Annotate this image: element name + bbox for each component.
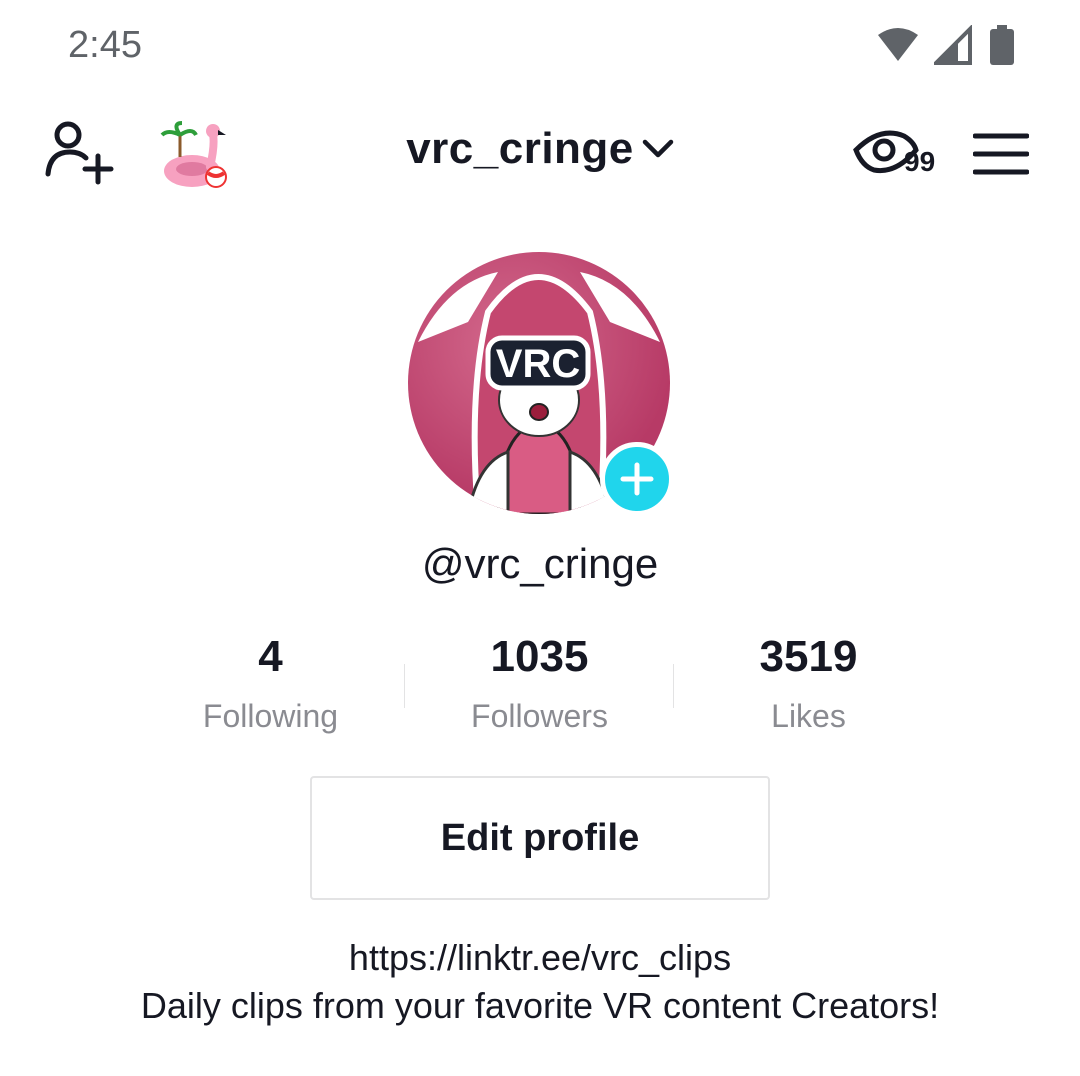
- stat-value: 1035: [490, 632, 589, 681]
- views-count: 99: [904, 146, 936, 177]
- stat-label: Likes: [771, 698, 846, 734]
- hamburger-menu-icon: [973, 133, 1029, 175]
- add-user-button[interactable]: [40, 118, 116, 188]
- battery-icon: [990, 25, 1014, 65]
- stat-following[interactable]: 4 Following: [136, 632, 405, 744]
- top-nav: vrc_cringe 99: [0, 100, 1080, 210]
- bio-link[interactable]: https://linktr.ee/vrc_clips: [0, 934, 1080, 982]
- menu-button[interactable]: [968, 124, 1034, 184]
- status-time: 2:45: [68, 24, 142, 66]
- status-bar: 2:45: [0, 0, 1080, 92]
- status-icons: [876, 24, 1016, 66]
- stat-value: 3519: [759, 632, 858, 681]
- profile-page: 2:45 vrc_cringe 99 VRC @vrc_cringe 4 Fol…: [0, 0, 1080, 1076]
- add-user-icon: [45, 121, 114, 185]
- stat-label: Following: [202, 698, 339, 734]
- wifi-icon: [878, 28, 918, 61]
- avatar-container: VRC: [408, 252, 674, 516]
- account-switcher[interactable]: vrc_cringe: [390, 124, 690, 174]
- profile-handle: @vrc_cringe: [421, 540, 659, 587]
- add-story-button[interactable]: [600, 442, 674, 516]
- username-title: vrc_cringe: [406, 124, 634, 173]
- avatar-vrc-text: VRC: [496, 342, 580, 386]
- profile-stats: 4 Following 1035 Followers 3519 Likes: [136, 632, 944, 744]
- plus-icon: [620, 462, 654, 496]
- chevron-down-icon: [642, 139, 674, 158]
- bio: https://linktr.ee/vrc_clips Daily clips …: [0, 934, 1080, 1030]
- stat-likes[interactable]: 3519 Likes: [674, 632, 943, 744]
- stat-followers[interactable]: 1035 Followers: [405, 632, 674, 744]
- bio-description: Daily clips from your favorite VR conten…: [140, 985, 940, 1026]
- profile-views-button[interactable]: 99: [852, 126, 948, 186]
- stat-label: Followers: [471, 698, 608, 734]
- flamingo-float-button[interactable]: [156, 120, 232, 192]
- edit-profile-button[interactable]: Edit profile: [310, 776, 770, 900]
- flamingo-float-icon: [160, 121, 227, 188]
- signal-icon: [934, 25, 972, 65]
- stat-value: 4: [258, 632, 283, 681]
